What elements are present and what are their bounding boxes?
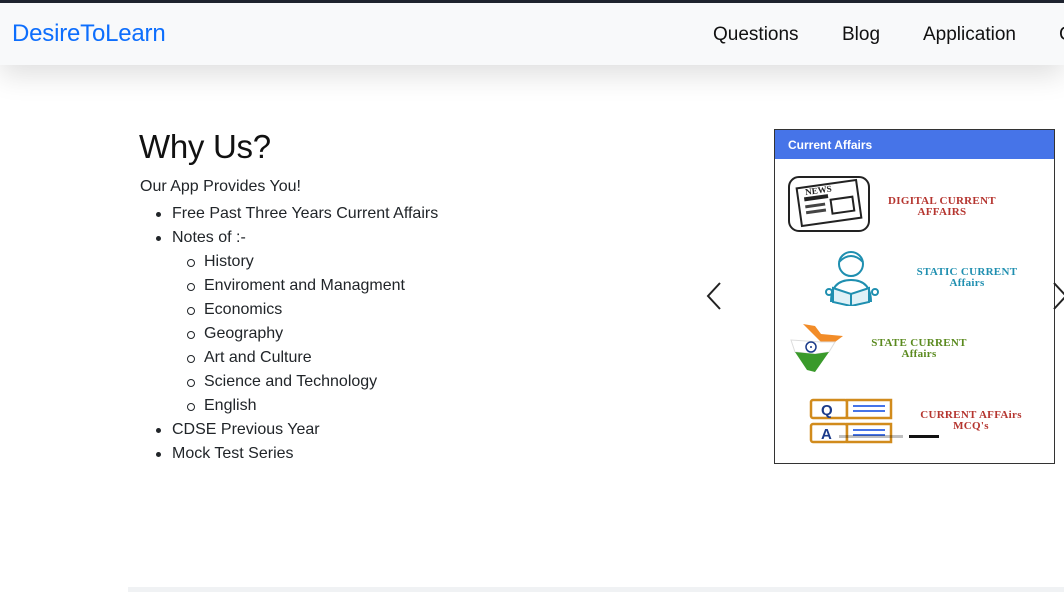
- list-item: Free Past Three Years Current Affairs: [140, 202, 438, 226]
- sub-list-item: English: [140, 394, 438, 418]
- carousel-indicator-1[interactable]: [839, 435, 903, 438]
- chevron-right-icon: [1053, 282, 1064, 310]
- brand-logo-link[interactable]: DesireToLearn: [12, 20, 166, 48]
- newspaper-icon: NEWS: [788, 176, 870, 232]
- mcq-label: CURRENT AFFAirs MCQ's: [899, 410, 1043, 432]
- q-label: Q: [821, 402, 833, 419]
- nav-link-application[interactable]: Application: [923, 24, 1016, 46]
- current-affairs-mcq-item[interactable]: Q A CURRENT AFFAirs MCQ's: [775, 392, 1054, 452]
- sub-list-item: Economics: [140, 298, 438, 322]
- nav-link-truncated[interactable]: C: [1059, 24, 1064, 46]
- state-current-affairs-item[interactable]: STATE CURRENT Affairs: [775, 320, 1054, 380]
- list-item: Mock Test Series: [140, 442, 438, 466]
- navbar: DesireToLearn Questions Blog Application…: [0, 3, 1064, 65]
- india-map-icon: [790, 324, 843, 372]
- state-line2: Affairs: [901, 348, 937, 360]
- sub-list-item: Science and Technology: [140, 370, 438, 394]
- intro-text: Our App Provides You!: [140, 178, 301, 195]
- sub-list-item: Geography: [140, 322, 438, 346]
- chevron-left-icon: [706, 282, 721, 310]
- carousel-indicator-2[interactable]: [909, 435, 939, 438]
- carousel-slide-app-screenshot: Current Affairs NEWS DIGITAL CURRENT AFF…: [774, 129, 1055, 464]
- app-header: Current Affairs: [775, 130, 1054, 159]
- nav-link-blog[interactable]: Blog: [842, 24, 880, 46]
- reader-icon: [825, 251, 879, 306]
- list-item: CDSE Previous Year: [140, 418, 438, 442]
- digital-current-affairs-item[interactable]: NEWS DIGITAL CURRENT AFFAIRS: [775, 174, 1054, 234]
- nav-link-questions[interactable]: Questions: [713, 24, 799, 46]
- qa-icon: Q A: [809, 398, 893, 444]
- sub-list-item: Art and Culture: [140, 346, 438, 370]
- static-current-affairs-label: STATIC CURRENT Affairs: [891, 267, 1043, 289]
- notes-sublist: History Enviroment and Managment Economi…: [140, 250, 438, 418]
- static-line2: Affairs: [949, 277, 985, 289]
- state-current-affairs-label: STATE CURRENT Affairs: [851, 338, 987, 360]
- mcq-line2: MCQ's: [953, 420, 989, 432]
- digital-line2: AFFAIRS: [917, 206, 967, 218]
- digital-current-affairs-label: DIGITAL CURRENT AFFAIRS: [875, 196, 1009, 218]
- carousel-prev-button[interactable]: [704, 280, 728, 312]
- sub-list-item: History: [140, 250, 438, 274]
- footer-strip: [128, 587, 1064, 592]
- sub-list-item: Enviroment and Managment: [140, 274, 438, 298]
- carousel-next-button[interactable]: [1050, 280, 1064, 312]
- features-list: Free Past Three Years Current Affairs No…: [140, 202, 438, 466]
- list-item: Notes of :-: [140, 226, 438, 250]
- section-title: Why Us?: [139, 128, 271, 165]
- a-label: A: [821, 426, 832, 443]
- list-item-label: Notes of :-: [172, 229, 246, 246]
- static-current-affairs-item[interactable]: STATIC CURRENT Affairs: [775, 246, 1054, 306]
